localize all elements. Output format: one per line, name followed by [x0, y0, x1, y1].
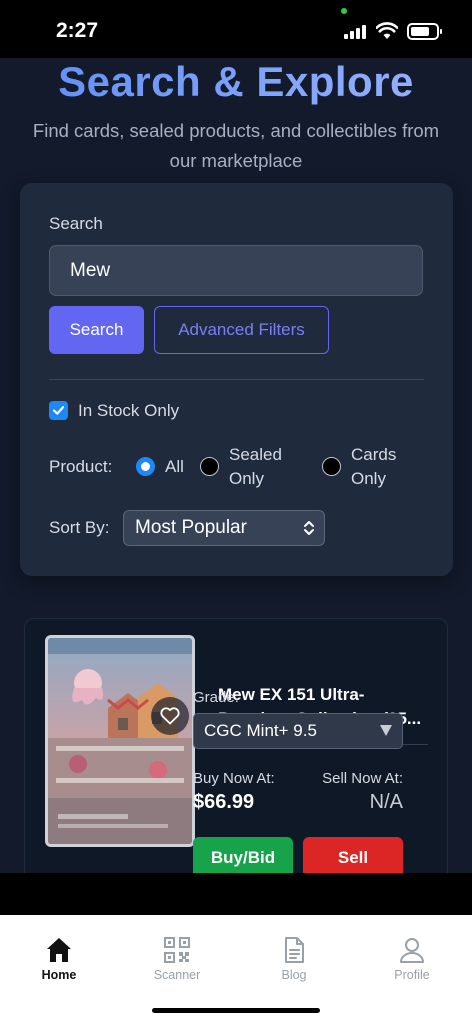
- tab-scanner-label: Scanner: [153, 968, 201, 982]
- status-bar: 2:27: [0, 0, 472, 58]
- sort-select-value: Most Popular: [135, 517, 247, 538]
- user-icon: [400, 938, 424, 963]
- home-icon: [47, 938, 71, 962]
- product-radio-all[interactable]: [136, 457, 155, 476]
- advanced-filters-button[interactable]: Advanced Filters: [154, 306, 329, 354]
- product-radio-sealed[interactable]: [200, 457, 219, 476]
- in-stock-label: In Stock Only: [78, 401, 180, 420]
- checkmark-icon: [52, 406, 65, 415]
- sort-label: Sort By:: [49, 518, 110, 537]
- tab-blog-label: Blog: [281, 968, 307, 982]
- sort-select[interactable]: Most Popular: [123, 510, 325, 546]
- tab-home-label: Home: [41, 968, 77, 982]
- in-stock-checkbox[interactable]: [49, 401, 68, 420]
- product-radio-sealed-label: Sealed Only: [229, 445, 282, 488]
- qr-code-icon: [164, 937, 190, 963]
- signal-icon: [344, 25, 370, 39]
- product-radio-cards[interactable]: [322, 457, 341, 476]
- product-filter-label: Product:: [49, 457, 113, 476]
- grade-label: Grade:: [193, 689, 239, 706]
- document-icon: [285, 937, 304, 963]
- product-radio-cards-label: Cards Only: [351, 445, 397, 488]
- favorite-button[interactable]: [151, 697, 189, 735]
- buy-now-price: $66.99: [193, 791, 255, 813]
- battery-icon: [407, 23, 442, 40]
- chevron-up-down-icon: [304, 521, 314, 535]
- page-title: Search & Explore: [0, 58, 472, 106]
- search-input[interactable]: [49, 245, 423, 296]
- sell-now-price: N/A: [369, 791, 403, 813]
- status-time: 2:27: [56, 19, 99, 42]
- grade-select-value: CGC Mint+ 9.5: [204, 721, 317, 740]
- heart-icon: [160, 707, 180, 725]
- home-indicator: [152, 1008, 320, 1013]
- buy-now-label: Buy Now At:: [193, 770, 275, 787]
- main-content[interactable]: Search & Explore Find cards, sealed prod…: [0, 58, 472, 873]
- pokemon-card-artwork: [48, 638, 192, 844]
- content-bottom-strip: [0, 873, 472, 915]
- camera-indicator-icon: [341, 8, 347, 14]
- tab-scanner[interactable]: Scanner: [132, 935, 222, 982]
- grade-select[interactable]: CGC Mint+ 9.5: [193, 713, 403, 749]
- dropdown-arrow-icon: [380, 725, 392, 736]
- search-filter-card: Search Search Advanced Filters In Stock …: [20, 183, 453, 576]
- page-subtitle: Find cards, sealed products, and collect…: [32, 120, 440, 171]
- bottom-tab-bar: Home Scanner Blog Profile: [0, 915, 472, 1024]
- tab-home[interactable]: Home: [14, 935, 104, 982]
- sell-button[interactable]: Sell: [303, 837, 403, 873]
- buy-bid-button[interactable]: Buy/Bid: [193, 837, 293, 873]
- wifi-icon: [376, 22, 398, 39]
- product-image[interactable]: [45, 635, 195, 847]
- tab-profile[interactable]: Profile: [367, 935, 457, 982]
- divider: [49, 379, 424, 380]
- sell-now-label: Sell Now At:: [322, 770, 403, 787]
- tab-blog[interactable]: Blog: [249, 935, 339, 982]
- product-radio-all-label: All: [165, 457, 184, 476]
- tab-profile-label: Profile: [394, 968, 430, 982]
- search-button[interactable]: Search: [49, 306, 144, 354]
- search-label: Search: [49, 214, 103, 233]
